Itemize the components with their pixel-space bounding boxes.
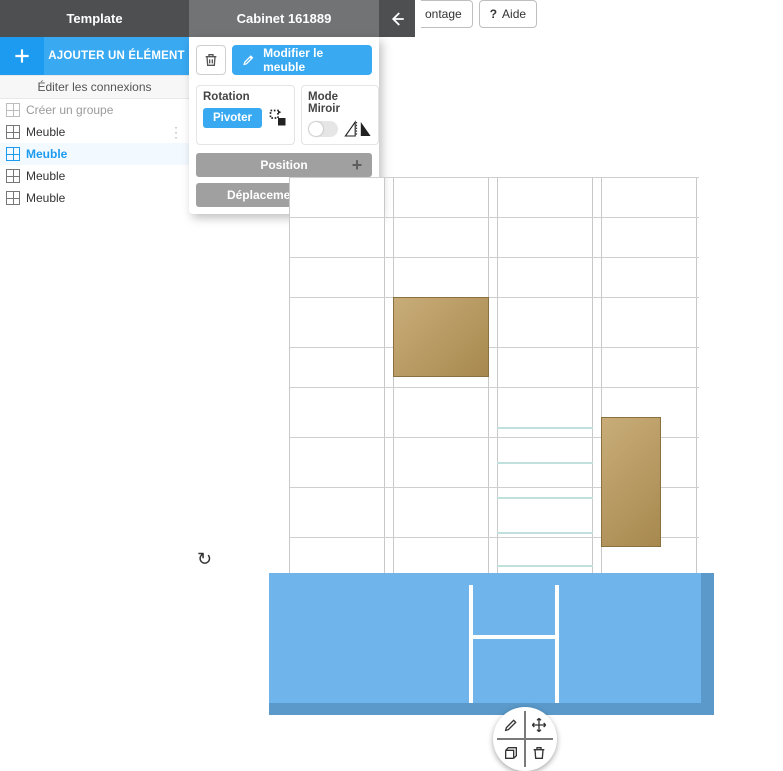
add-element-icon-button[interactable] bbox=[0, 37, 44, 75]
radial-dimensions-button[interactable] bbox=[501, 743, 521, 763]
group-icon bbox=[6, 103, 20, 117]
furniture-icon bbox=[6, 169, 20, 183]
glass-shelf bbox=[497, 427, 593, 429]
furniture-icon bbox=[6, 147, 20, 161]
montage-label: ontage bbox=[425, 7, 462, 21]
trash-icon bbox=[531, 745, 547, 761]
help-label: Aide bbox=[502, 7, 526, 21]
furniture-icon bbox=[6, 125, 20, 139]
create-group-label: Créer un groupe bbox=[26, 103, 113, 117]
help-button[interactable]: ? Aide bbox=[479, 0, 537, 28]
arrow-left-icon bbox=[388, 10, 406, 28]
sidebar-item-meuble[interactable]: Meuble ⋮ bbox=[0, 121, 189, 143]
sidebar-item-label: Meuble bbox=[26, 125, 65, 139]
glass-shelf bbox=[497, 532, 593, 534]
radial-move-button[interactable] bbox=[529, 715, 549, 735]
glass-shelf bbox=[497, 565, 593, 567]
plus-icon bbox=[12, 46, 32, 66]
sidebar-item-meuble[interactable]: Meuble bbox=[0, 143, 189, 165]
tab-cabinet[interactable]: Cabinet 161889 bbox=[189, 0, 379, 37]
sidebar-item-label: Meuble bbox=[26, 191, 65, 205]
add-element-label: AJOUTER UN ÉLÉMENT bbox=[48, 50, 185, 62]
orbit-icon[interactable]: ↻ bbox=[197, 549, 212, 570]
tab-template[interactable]: Template bbox=[0, 0, 189, 37]
glass-shelf bbox=[497, 497, 593, 499]
sidebar: AJOUTER UN ÉLÉMENT Éditer les connexions… bbox=[0, 37, 189, 209]
glass-shelf bbox=[497, 462, 593, 464]
wood-cabinet bbox=[601, 417, 661, 547]
back-button[interactable] bbox=[379, 0, 415, 37]
pencil-icon bbox=[503, 717, 519, 733]
3d-viewport[interactable]: ↻ bbox=[189, 37, 783, 768]
wood-cabinet bbox=[393, 297, 489, 377]
question-icon: ? bbox=[490, 7, 497, 21]
edit-connections-label: Éditer les connexions bbox=[37, 80, 151, 94]
sidebar-item-label: Meuble bbox=[26, 169, 65, 183]
radial-edit-button[interactable] bbox=[501, 715, 521, 735]
sidebar-item-meuble[interactable]: Meuble bbox=[0, 165, 189, 187]
montage-button[interactable]: ontage bbox=[421, 0, 473, 28]
base-cabinet bbox=[269, 573, 714, 715]
add-element-button[interactable]: AJOUTER UN ÉLÉMENT bbox=[44, 37, 189, 75]
tab-cabinet-label: Cabinet 161889 bbox=[237, 11, 332, 26]
tab-template-label: Template bbox=[66, 11, 122, 26]
create-group-row[interactable]: Créer un groupe bbox=[0, 99, 189, 121]
shelf-unit bbox=[289, 177, 699, 575]
move-icon bbox=[531, 717, 547, 733]
furniture-icon bbox=[6, 191, 20, 205]
sidebar-item-label: Meuble bbox=[26, 147, 67, 161]
sidebar-item-meuble[interactable]: Meuble bbox=[0, 187, 189, 209]
dimensions-icon bbox=[503, 745, 519, 761]
edit-connections-button[interactable]: Éditer les connexions bbox=[0, 75, 189, 99]
radial-menu bbox=[493, 707, 557, 771]
radial-delete-button[interactable] bbox=[529, 743, 549, 763]
